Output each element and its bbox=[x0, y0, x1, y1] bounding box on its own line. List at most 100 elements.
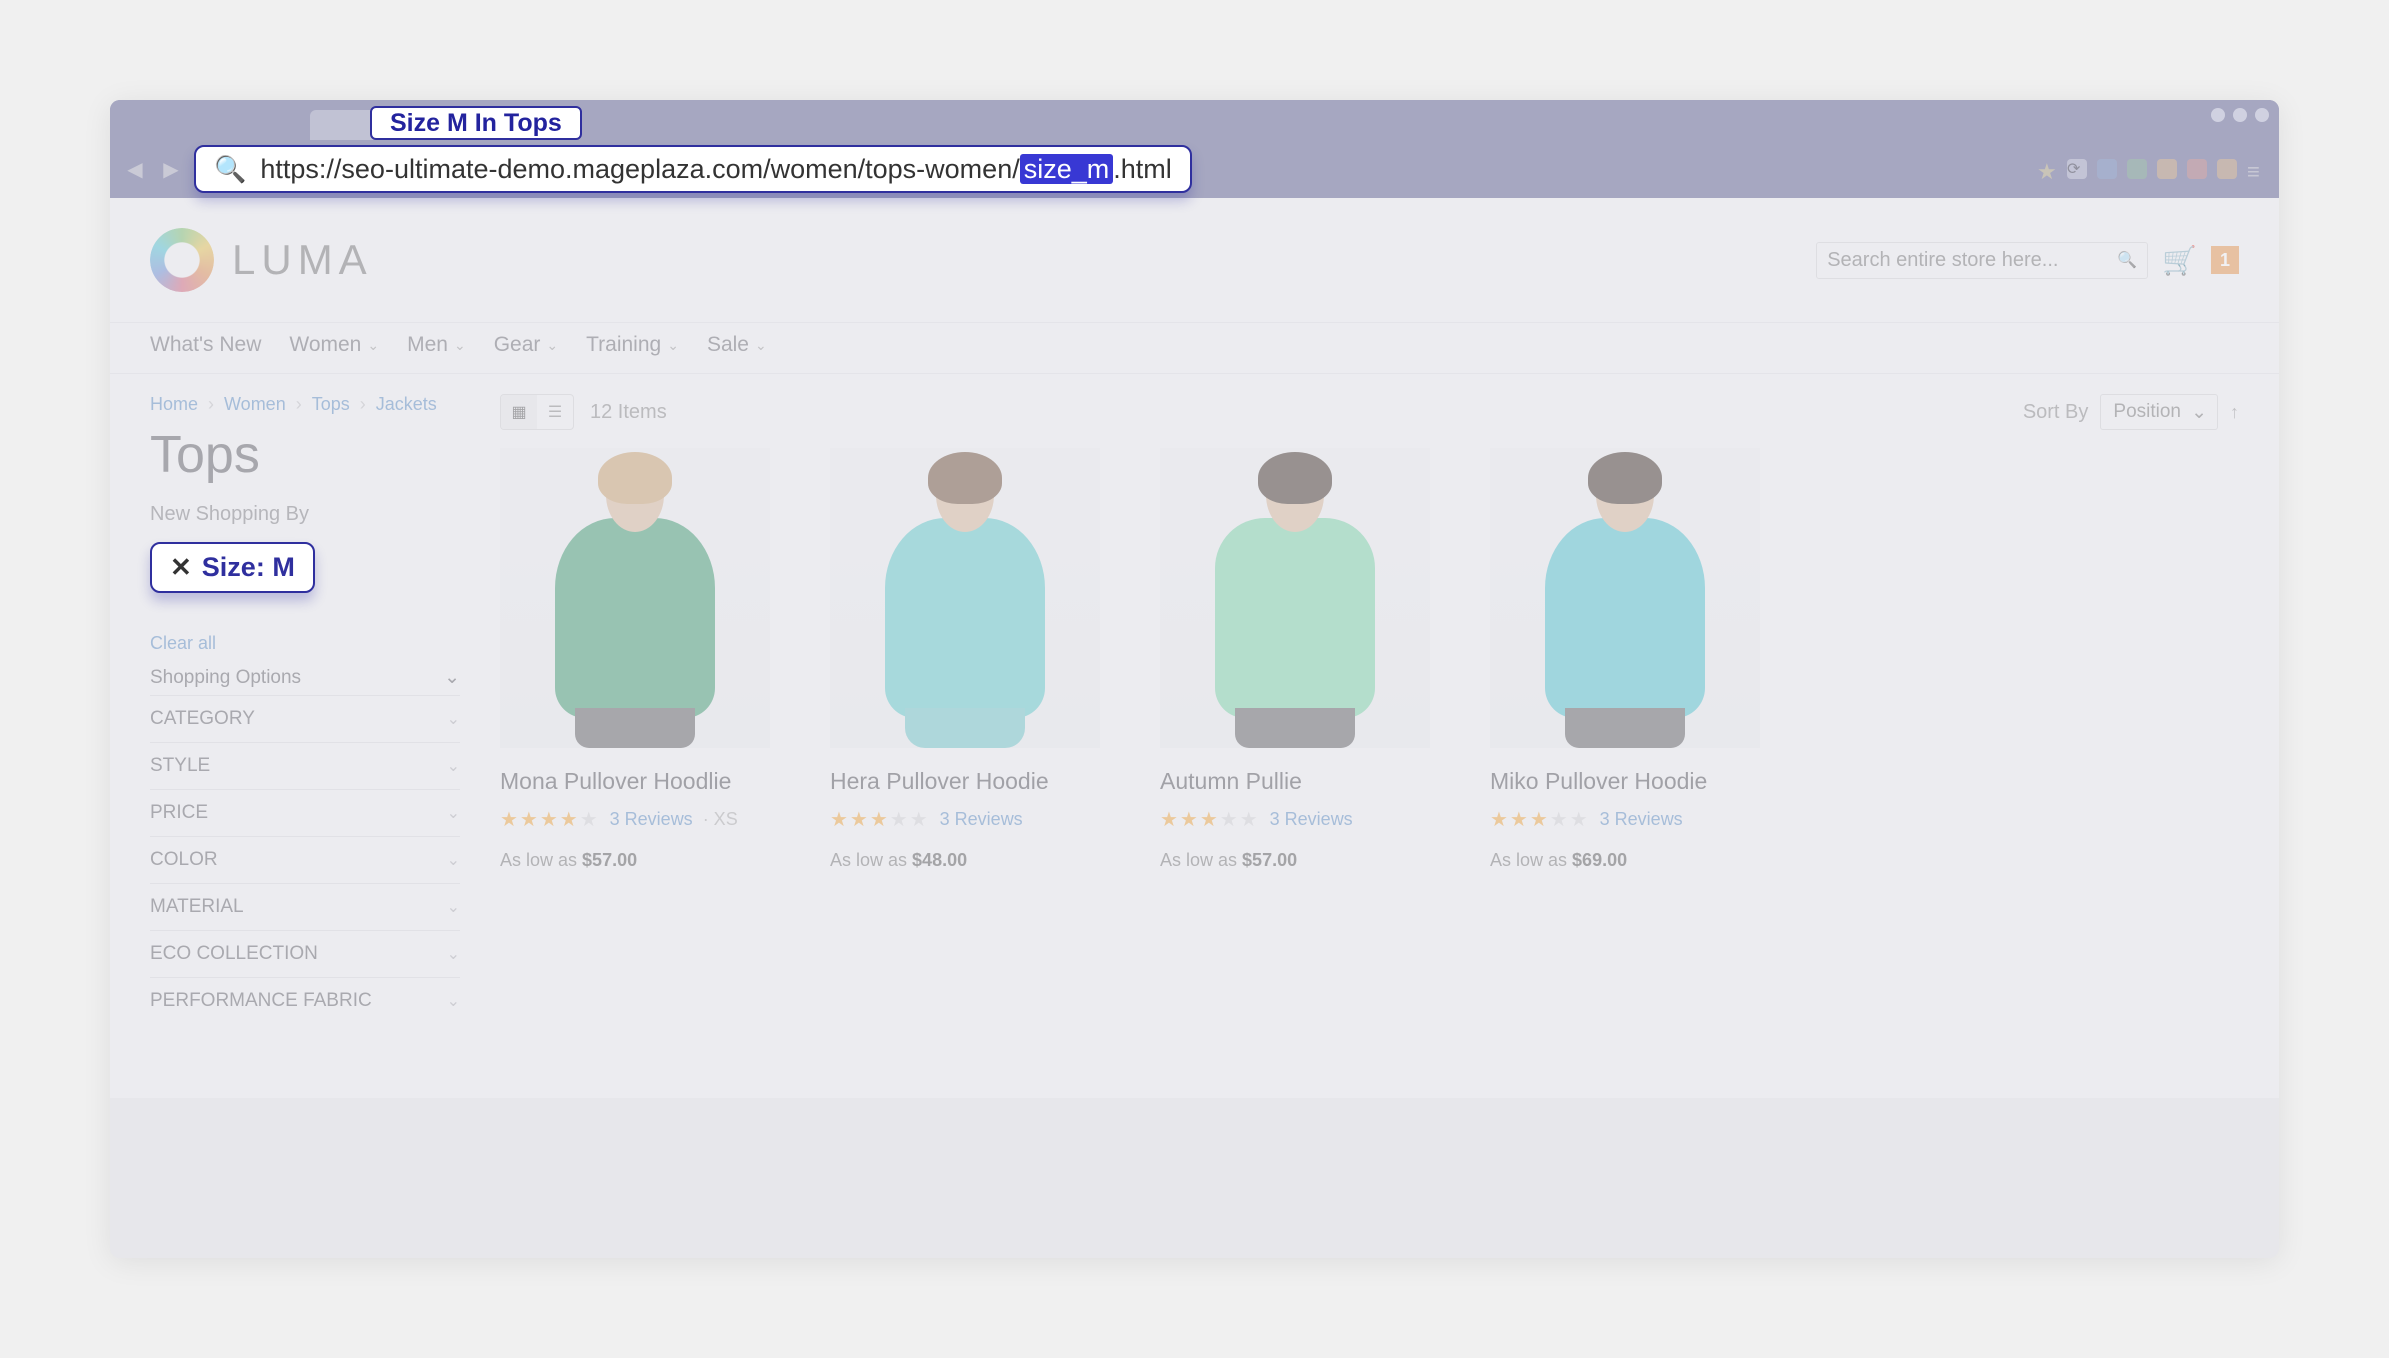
store-header: LUMA 🔍 🛒 1 bbox=[110, 198, 2279, 322]
crumb-women[interactable]: Women bbox=[224, 394, 286, 415]
reviews-link[interactable]: 3 Reviews bbox=[940, 809, 1023, 830]
reviews-link[interactable]: 3 Reviews bbox=[1600, 809, 1683, 830]
chevron-down-icon: ⌄ bbox=[447, 991, 460, 1011]
chevron-down-icon: ⌄ bbox=[444, 666, 460, 689]
page-content: LUMA 🔍 🛒 1 What's New Women⌄ Men⌄ Gear⌄ … bbox=[110, 198, 2279, 1098]
browser-tabs: Size M In Tops bbox=[110, 100, 2279, 140]
grid-view-icon[interactable]: ▦ bbox=[501, 395, 537, 429]
cart-count-badge[interactable]: 1 bbox=[2211, 246, 2239, 274]
product-card[interactable]: Mona Pullover Hoodlie ★★★★★ 3 Reviews · … bbox=[500, 448, 770, 871]
toolbar-icons: ★ ⟳ ≡ bbox=[2037, 159, 2267, 179]
browser-toolbar: ◀ ▶ 🔍 https://seo-ultimate-demo.mageplaz… bbox=[110, 140, 2279, 198]
facet-price[interactable]: PRICE⌄ bbox=[150, 789, 460, 836]
clear-all-link[interactable]: Clear all bbox=[150, 633, 460, 654]
product-card[interactable]: Autumn Pullie ★★★★★ 3 Reviews As low as … bbox=[1160, 448, 1430, 871]
product-name[interactable]: Autumn Pullie bbox=[1160, 768, 1430, 795]
chevron-down-icon: ⌄ bbox=[447, 944, 460, 964]
bookmark-icon[interactable]: ★ bbox=[2037, 159, 2057, 179]
facet-category[interactable]: CATEGORY⌄ bbox=[150, 695, 460, 742]
ext-icon[interactable] bbox=[2187, 159, 2207, 179]
product-card[interactable]: Hera Pullover Hoodie ★★★★★ 3 Reviews As … bbox=[830, 448, 1100, 871]
price-label: As low as bbox=[1160, 850, 1237, 870]
product-name[interactable]: Mona Pullover Hoodlie bbox=[500, 768, 770, 795]
price: $48.00 bbox=[912, 850, 967, 870]
size-suffix: · XS bbox=[703, 809, 738, 830]
facet-style[interactable]: STYLE⌄ bbox=[150, 742, 460, 789]
facet-performance[interactable]: PERFORMANCE FABRIC⌄ bbox=[150, 977, 460, 1024]
logo[interactable]: LUMA bbox=[150, 228, 373, 292]
cart-icon[interactable]: 🛒 bbox=[2162, 244, 2197, 277]
product-image[interactable] bbox=[1160, 448, 1430, 748]
facet-material[interactable]: MATERIAL⌄ bbox=[150, 883, 460, 930]
price: $57.00 bbox=[582, 850, 637, 870]
active-filter-chip[interactable]: ✕ Size: M bbox=[150, 542, 315, 593]
crumb-jackets[interactable]: Jackets bbox=[376, 394, 437, 415]
crumb-home[interactable]: Home bbox=[150, 394, 198, 415]
chevron-down-icon: ⌄ bbox=[447, 850, 460, 870]
sort-direction-icon[interactable]: ↑ bbox=[2230, 402, 2239, 423]
sort-label: Sort By bbox=[2023, 401, 2089, 424]
nav-sale[interactable]: Sale⌄ bbox=[707, 333, 767, 357]
product-image[interactable] bbox=[830, 448, 1100, 748]
product-grid: Mona Pullover Hoodlie ★★★★★ 3 Reviews · … bbox=[500, 448, 2239, 871]
price-label: As low as bbox=[830, 850, 907, 870]
logo-icon bbox=[150, 228, 214, 292]
search-input[interactable] bbox=[1827, 249, 2107, 272]
star-rating: ★★★★★ bbox=[1490, 807, 1590, 832]
nav-women[interactable]: Women⌄ bbox=[289, 333, 379, 357]
logo-text: LUMA bbox=[232, 236, 373, 284]
ext-icon[interactable] bbox=[2097, 159, 2117, 179]
address-bar[interactable]: 🔍 https://seo-ultimate-demo.mageplaza.co… bbox=[194, 145, 1192, 193]
product-name[interactable]: Miko Pullover Hoodie bbox=[1490, 768, 1760, 795]
sort-select[interactable]: Position ⌄ bbox=[2100, 394, 2218, 430]
product-image[interactable] bbox=[500, 448, 770, 748]
menu-icon[interactable]: ≡ bbox=[2247, 159, 2267, 179]
forward-button[interactable]: ▶ bbox=[158, 156, 184, 182]
crumb-tops[interactable]: Tops bbox=[312, 394, 350, 415]
search-icon[interactable]: 🔍 bbox=[2117, 250, 2137, 270]
facet-color[interactable]: COLOR⌄ bbox=[150, 836, 460, 883]
reload-icon[interactable]: ⟳ bbox=[2067, 159, 2087, 179]
window-controls[interactable] bbox=[2211, 108, 2269, 122]
shopping-options-header[interactable]: Shopping Options ⌄ bbox=[150, 666, 460, 689]
chevron-down-icon: ⌄ bbox=[546, 337, 558, 354]
chevron-down-icon: ⌄ bbox=[367, 337, 379, 354]
reviews-link[interactable]: 3 Reviews bbox=[610, 809, 693, 830]
price-label: As low as bbox=[1490, 850, 1567, 870]
product-image[interactable] bbox=[1490, 448, 1760, 748]
star-rating: ★★★★★ bbox=[500, 807, 600, 832]
product-card[interactable]: Miko Pullover Hoodie ★★★★★ 3 Reviews As … bbox=[1490, 448, 1760, 871]
nav-training[interactable]: Training⌄ bbox=[586, 333, 679, 357]
facet-eco[interactable]: ECO COLLECTION⌄ bbox=[150, 930, 460, 977]
shopping-by-label: New Shopping By bbox=[150, 503, 460, 526]
chevron-down-icon: ⌄ bbox=[447, 803, 460, 823]
back-button[interactable]: ◀ bbox=[122, 156, 148, 182]
price: $69.00 bbox=[1572, 850, 1627, 870]
grid-toolbar: ▦ ☰ 12 Items Sort By Position ⌄ ↑ bbox=[500, 394, 2239, 430]
store-search[interactable]: 🔍 bbox=[1816, 242, 2148, 279]
url-post: .html bbox=[1113, 154, 1172, 184]
nav-gear[interactable]: Gear⌄ bbox=[494, 333, 558, 357]
chevron-down-icon: ⌄ bbox=[454, 337, 466, 354]
view-mode-toggle[interactable]: ▦ ☰ bbox=[500, 394, 574, 430]
url-pre: https://seo-ultimate-demo.mageplaza.com/… bbox=[260, 154, 1019, 184]
close-icon[interactable]: ✕ bbox=[170, 552, 192, 583]
nav-whats-new[interactable]: What's New bbox=[150, 333, 261, 357]
chevron-down-icon: ⌄ bbox=[755, 337, 767, 354]
ext-icon[interactable] bbox=[2157, 159, 2177, 179]
chevron-down-icon: ⌄ bbox=[2191, 401, 2207, 424]
chevron-down-icon: ⌄ bbox=[447, 756, 460, 776]
product-grid-section: ▦ ☰ 12 Items Sort By Position ⌄ ↑ bbox=[500, 394, 2239, 1024]
list-view-icon[interactable]: ☰ bbox=[537, 395, 573, 429]
reviews-link[interactable]: 3 Reviews bbox=[1270, 809, 1353, 830]
ext-icon[interactable] bbox=[2127, 159, 2147, 179]
ext-icon[interactable] bbox=[2217, 159, 2237, 179]
nav-men[interactable]: Men⌄ bbox=[407, 333, 466, 357]
price: $57.00 bbox=[1242, 850, 1297, 870]
tab-title: Size M In Tops bbox=[390, 109, 562, 138]
browser-window: Size M In Tops ◀ ▶ 🔍 https://seo-ultimat… bbox=[110, 100, 2279, 1258]
product-name[interactable]: Hera Pullover Hoodie bbox=[830, 768, 1100, 795]
main-nav: What's New Women⌄ Men⌄ Gear⌄ Training⌄ S… bbox=[110, 322, 2279, 374]
active-tab[interactable]: Size M In Tops bbox=[370, 106, 582, 140]
url-highlight: size_m bbox=[1020, 154, 1114, 184]
